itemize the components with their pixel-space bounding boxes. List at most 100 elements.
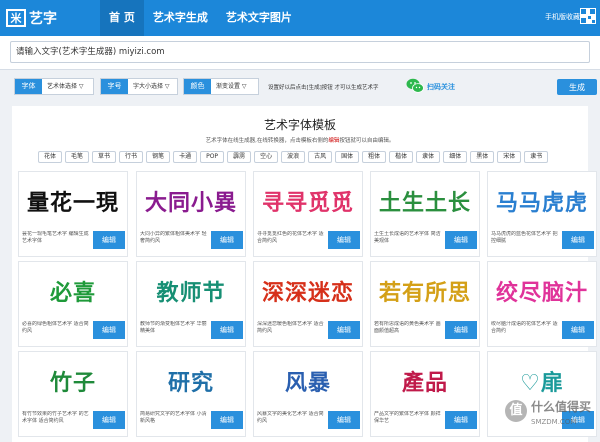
style-tag[interactable]: 空心 [254,151,279,163]
style-tag[interactable]: 行书 [119,151,144,163]
qr-code-icon[interactable] [580,8,596,24]
panel-subtitle-highlight: 编辑 [328,138,340,144]
template-card[interactable]: 寻寻觅觅 寻寻觅觅红色的花体艺术字 适合简约风 编辑 [253,171,363,257]
style-tags: 花体 毛笔 草书 行书 钢笔 卡通 POP 霹雳 空心 波浪 古风 国体 粗体 楷体 隶体 细体 黑体 宋体 隶书 [38,151,551,163]
edit-button[interactable]: 编辑 [93,231,125,249]
watermark-text: 什么值得买 [531,400,592,414]
template-card[interactable]: 量花一現 昙花一现毛笔艺术字 编辑生成艺术字体 编辑 [18,171,128,257]
options-row: 字体 艺术体选择 ▽ 字号 字大小选择 ▽ 颜色 渐变设置 ▽ 设置好以后点击[… [0,71,600,101]
template-card[interactable]: 绞尽脑汁 绞尽脑汁成语的花体艺术字 适合简约 编辑 [487,261,597,347]
template-card[interactable]: 风暴 风暴文字的美化艺术字 适合简约风 编辑 [253,351,363,437]
template-card[interactable]: 研究 简易研究文字的艺术字体 小清新风格 编辑 [136,351,246,437]
style-tag[interactable]: 花体 [38,151,63,163]
template-preview-image[interactable]: 绞尽脑汁 [488,262,596,320]
style-tag[interactable]: 隶体 [416,151,441,163]
template-description: 土生土长成语的艺术字体 简洁美观体 [374,231,441,244]
template-description: 深深迷恋暖色粗体艺术字 适合简约风 [257,321,324,334]
wechat-icon[interactable] [406,78,424,94]
style-tag[interactable]: 波浪 [281,151,306,163]
template-preview-image[interactable]: 研究 [137,352,245,410]
template-description: 若有所思成语的黄色美术字 画面颜值超高 [374,321,441,334]
style-tag[interactable]: 细体 [443,151,468,163]
logo-mark: 米 [6,9,26,27]
template-card[interactable]: 竹子 有竹节效果的竹子艺术字 的艺术字体 适合简约风 编辑 [18,351,128,437]
nav-home[interactable]: 首 页 [100,0,144,36]
watermark-url: SMZDM.COM [531,418,577,426]
font-value: 艺术体选择 ▽ [47,83,84,90]
style-tag[interactable]: 毛笔 [65,151,90,163]
edit-button[interactable]: 编辑 [328,411,360,429]
wechat-follow-label[interactable]: 扫码关注 [427,82,455,92]
style-tag[interactable]: 国体 [335,151,360,163]
template-description: 马马虎虎的蓝色花体艺术字 把控细腻 [491,231,558,244]
color-select[interactable]: 颜色 渐变设置 ▽ [183,78,259,95]
font-select[interactable]: 字体 艺术体选择 ▽ [14,78,94,95]
style-tag[interactable]: 草书 [92,151,117,163]
template-preview-image[interactable]: 马马虎虎 [488,172,596,230]
style-tag[interactable]: 楷体 [389,151,414,163]
template-card[interactable]: 马马虎虎 马马虎虎的蓝色花体艺术字 把控细腻 编辑 [487,171,597,257]
edit-button[interactable]: 编辑 [445,411,477,429]
template-card[interactable]: 必喜 必喜的绿色粗体艺术字 适合简约风 编辑 [18,261,128,347]
template-preview-image[interactable]: 寻寻觅觅 [254,172,362,230]
style-tag[interactable]: 粗体 [362,151,387,163]
template-preview-image[interactable]: 若有所思 [371,262,479,320]
panel-subtitle-after: 按钮就可以自由编辑。 [339,138,395,144]
edit-button[interactable]: 编辑 [211,321,243,339]
nav-art-generate[interactable]: 艺术字生成 [144,0,217,36]
template-preview-image[interactable]: 教师节 [137,262,245,320]
site-logo[interactable]: 米 艺字 [6,8,57,28]
art-text-input[interactable]: 请输入文字(艺术字生成器) miyizi.com [10,41,590,63]
main-nav: 首 页 艺术字生成 艺术文字图片 [100,0,301,36]
panel-subtitle: 艺术字体在线生成器,在线转换器，点击模板右侧的编辑按钮就可以自由编辑。 [12,136,588,144]
template-card[interactable]: 深深迷恋 深深迷恋暖色粗体艺术字 适合简约风 编辑 [253,261,363,347]
edit-button[interactable]: 编辑 [328,321,360,339]
color-value: 渐变设置 ▽ [216,83,247,90]
template-description: 风暴文字的美化艺术字 适合简约风 [257,411,324,424]
template-card[interactable]: 大同小異 大同小异的繁体粗体美术字 轻奢简约风 编辑 [136,171,246,257]
template-preview-image[interactable]: 量花一現 [19,172,127,230]
style-tag[interactable]: 宋体 [497,151,522,163]
edit-button[interactable]: 编辑 [562,231,594,249]
style-tag[interactable]: POP [200,151,225,163]
nav-art-images[interactable]: 艺术文字图片 [217,0,301,36]
edit-button[interactable]: 编辑 [445,321,477,339]
style-tag[interactable]: 古风 [308,151,333,163]
template-description: 简易研究文字的艺术字体 小清新风格 [140,411,207,424]
size-select[interactable]: 字号 字大小选择 ▽ [100,78,178,95]
style-tag[interactable]: 黑体 [470,151,495,163]
style-tag[interactable]: 钢笔 [146,151,171,163]
edit-button[interactable]: 编辑 [328,231,360,249]
generate-hint: 设置好以后点击[生成]按钮 才可以生成艺术字 [268,85,379,91]
edit-button[interactable]: 编辑 [93,411,125,429]
panel-subtitle-before: 艺术字体在线生成器,在线转换器，点击模板右侧的 [205,138,329,144]
template-preview-image[interactable]: 產品 [371,352,479,410]
template-card[interactable]: 產品 产品文字的繁体艺术字体 颜祥保华艺 编辑 [370,351,480,437]
template-preview-image[interactable]: 大同小異 [137,172,245,230]
edit-button[interactable]: 编辑 [445,231,477,249]
panel-title: 艺术字体模板 [263,118,336,132]
mobile-version-link[interactable]: 手机版收藏 [545,12,580,22]
size-label: 字号 [101,79,128,94]
edit-button[interactable]: 编辑 [211,411,243,429]
style-tag[interactable]: 卡通 [173,151,198,163]
edit-button[interactable]: 编辑 [93,321,125,339]
template-description: 产品文字的繁体艺术字体 颜祥保华艺 [374,411,441,424]
font-label: 字体 [15,79,42,94]
template-card[interactable]: 土生土长 土生土长成语的艺术字体 简洁美观体 编辑 [370,171,480,257]
style-tag[interactable]: 隶书 [524,151,549,163]
watermark: 值 什么值得买 SMZDM.COM [505,392,595,436]
template-description: 绞尽脑汁成语的花体艺术字 适合简约 [491,321,558,334]
style-tag[interactable]: 霹雳 [227,151,252,163]
template-card[interactable]: 若有所思 若有所思成语的黄色美术字 画面颜值超高 编辑 [370,261,480,347]
template-preview-image[interactable]: 风暴 [254,352,362,410]
template-preview-image[interactable]: 土生土长 [371,172,479,230]
template-preview-image[interactable]: 深深迷恋 [254,262,362,320]
template-card[interactable]: 教师节 教师节的渐变粗体艺术字 华丽精美体 编辑 [136,261,246,347]
edit-button[interactable]: 编辑 [562,321,594,339]
edit-button[interactable]: 编辑 [211,231,243,249]
template-preview-image[interactable]: 竹子 [19,352,127,410]
generate-button[interactable]: 生成 [557,79,597,95]
template-preview-image[interactable]: 必喜 [19,262,127,320]
template-description: 必喜的绿色粗体艺术字 适合简约风 [22,321,89,334]
